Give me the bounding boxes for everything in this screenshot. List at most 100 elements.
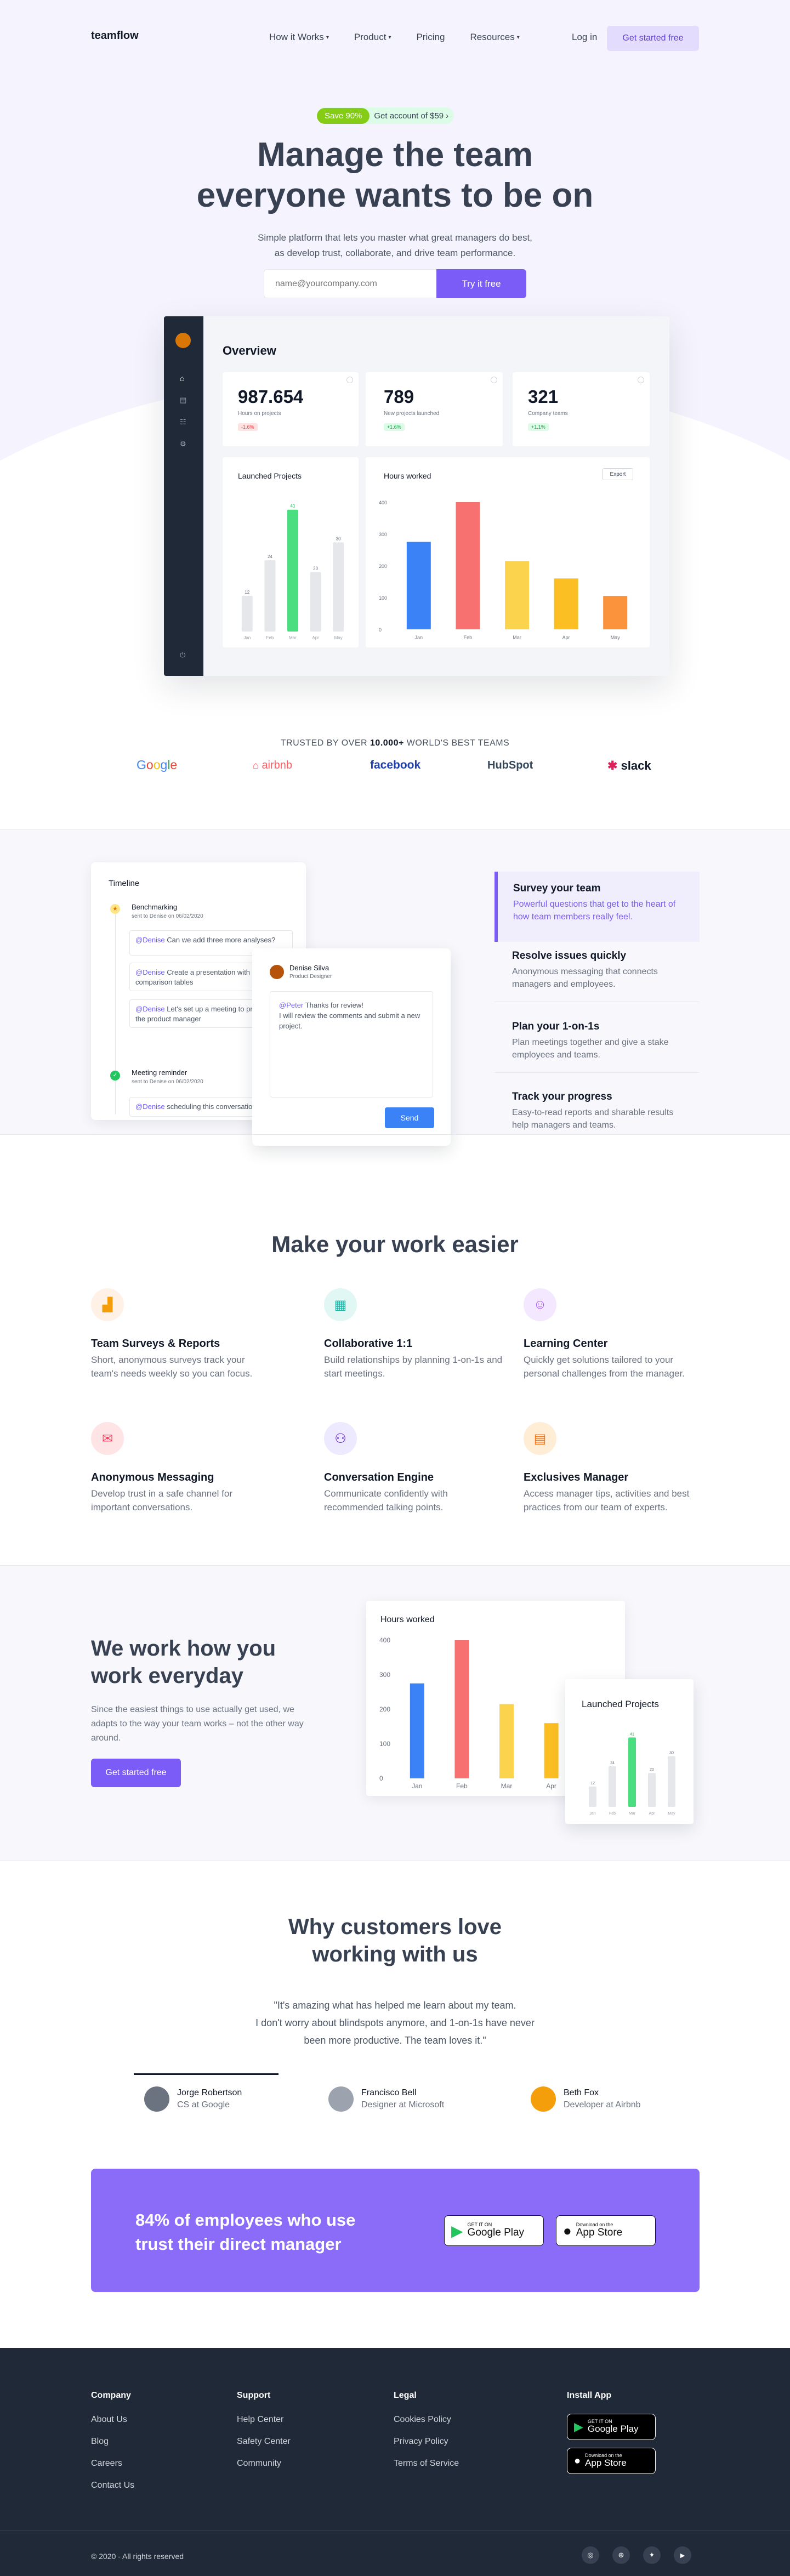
avatar[interactable] [175,333,191,348]
footer-link[interactable]: Privacy Policy [394,2437,459,2447]
stat-chip: -1.6% [238,423,258,431]
avatar [270,965,284,979]
stat-value: 987.654 [238,386,304,407]
info-icon[interactable] [638,377,644,383]
stat-card: 789 New projects launched +1.6% [366,372,503,446]
chat-role: Product Designer [289,974,332,980]
stat-value: 789 [384,386,414,407]
bar [406,542,431,629]
youtube-icon[interactable]: ▶ [674,2546,691,2564]
feature-text: Build relationships by planning 1-on-1s … [324,1355,503,1379]
footer-link[interactable]: Terms of Service [394,2459,459,2469]
airbnb-logo: ⌂ airbnb [253,759,293,771]
feature-item: ⚇ Conversation Engine Communicate confid… [324,1422,505,1514]
testimonial-person[interactable]: Francisco Bell Designer at Microsoft [328,2086,444,2112]
logo[interactable]: teamflow [91,30,139,42]
message-textarea[interactable]: @Peter Thanks for review! I will review t… [270,991,433,1097]
timeline-item-title: Benchmarking [132,903,178,911]
email-input[interactable] [264,269,437,298]
footer-column: Support Help Center Safety Center Community [237,2391,291,2481]
chat-card: Denise Silva Product Designer @Peter Tha… [252,948,451,1146]
logout-icon[interactable]: ⏻ [180,651,185,659]
users-icon[interactable]: ☷ [180,418,186,427]
login-link[interactable]: Log in [572,32,597,43]
data-label: 12 [245,590,249,595]
home-icon[interactable]: ⌂ [180,374,184,383]
data-label: 30 [669,1751,674,1755]
play-icon: ▶ [451,2222,463,2239]
footer-link[interactable]: Help Center [237,2415,291,2425]
nav-product[interactable]: Product ▾ [354,32,391,43]
avatar [328,2086,354,2112]
info-icon[interactable] [346,377,353,383]
feature-item: ✉ Anonymous Messaging Develop trust in a… [91,1422,272,1514]
tick-label: Mar [513,635,521,640]
feature-title: Collaborative 1:1 [324,1338,413,1350]
footer-link[interactable]: Safety Center [237,2437,291,2447]
social-links: ◎ ⊕ ✦ ▶ [582,2546,691,2564]
tick-label: 0 [379,1775,383,1782]
settings-icon[interactable]: ⚙ [180,440,186,448]
feature-item: ☺ Learning Center Quickly get solutions … [524,1288,704,1380]
bar [589,1786,596,1807]
testimonial-person[interactable]: Jorge Robertson CS at Google [144,2086,242,2112]
footer-link[interactable]: Cookies Policy [394,2415,459,2425]
card-title: Hours worked [384,471,431,480]
instagram-icon[interactable]: ◎ [582,2546,599,2564]
main-nav: How it Works ▾ Product ▾ Pricing Resources… [269,32,545,43]
apple-icon: ● [563,2222,572,2239]
app-store-button[interactable]: ● Download on the App Store [556,2215,656,2246]
stat-card: 321 Company teams +1.1% [513,372,650,446]
bar [264,560,276,632]
divider [0,1134,790,1135]
timeline-item-title: Meeting reminder [132,1068,187,1077]
apple-icon: ● [574,2454,581,2467]
file-icon[interactable]: ▤ [180,396,186,405]
divider [0,2530,790,2531]
data-label: 20 [313,566,318,571]
save-badge: Save 90% [317,107,370,124]
footer-link[interactable]: About Us [91,2415,134,2425]
testimonial-person[interactable]: Beth Fox Developer at Airbnb [531,2086,641,2112]
footer-link[interactable]: Careers [91,2459,134,2469]
export-button[interactable]: Export [603,468,633,480]
dribbble-icon[interactable]: ⊕ [612,2546,630,2564]
bar [333,542,344,632]
footer-link[interactable]: Community [237,2459,291,2469]
footer-link[interactable]: Contact Us [91,2481,134,2490]
message-icon: ✉ [91,1422,124,1455]
nav-resources[interactable]: Resources ▾ [470,32,519,43]
section-title: Make your work easier [271,1231,519,1257]
chart-icon: ▟ [91,1288,124,1321]
feature-tab-track[interactable]: Track your progress Easy-to-read reports… [495,1091,700,1131]
feature-tab-plan[interactable]: Plan your 1-on-1s Plan meetings together… [495,1021,700,1073]
google-play-button[interactable]: ▶ GET IT ON Google Play [567,2414,656,2440]
tick-label: Apr [312,635,319,640]
install-app-title: Install App [567,2391,612,2400]
get-started-nav-button[interactable]: Get started free [607,26,699,51]
tick-label: Feb [464,635,473,640]
send-button[interactable]: Send [385,1107,434,1128]
twitter-icon[interactable]: ✦ [643,2546,661,2564]
info-icon[interactable] [491,377,497,383]
feature-tab-resolve[interactable]: Resolve issues quickly Anonymous messagi… [495,950,700,1003]
nav-how-it-works[interactable]: How it Works ▾ [269,32,329,43]
app-store-button[interactable]: ● Download on the App Store [567,2448,656,2474]
bar [648,1773,656,1807]
nav-pricing[interactable]: Pricing [416,32,445,43]
bar [544,1723,559,1778]
footer-column-title: Support [237,2391,271,2400]
avatar [531,2086,556,2112]
footer-link[interactable]: Blog [91,2437,134,2447]
launched-chart: 12 Jan 24 Feb 41 Mar 20 Apr 30 May [589,1732,675,1816]
launched-projects-card: Launched Projects 12 Jan 24 Feb 41 Mar 20 Apr 30… [223,457,359,647]
footer: Company About Us Blog Careers Contact Us Supp… [0,2348,790,2576]
promo-badge[interactable]: Save 90% Get account of $59 › [317,107,454,124]
card-title: Hours worked [380,1615,435,1624]
try-free-button[interactable]: Try it free [436,269,526,298]
feature-tab-survey[interactable]: Survey your team Powerful questions that… [495,872,700,942]
get-started-button[interactable]: Get started free [91,1759,181,1787]
active-indicator [134,2073,279,2075]
google-play-button[interactable]: ▶ GET IT ON Google Play [444,2215,544,2246]
footer-column-title: Legal [394,2391,417,2400]
